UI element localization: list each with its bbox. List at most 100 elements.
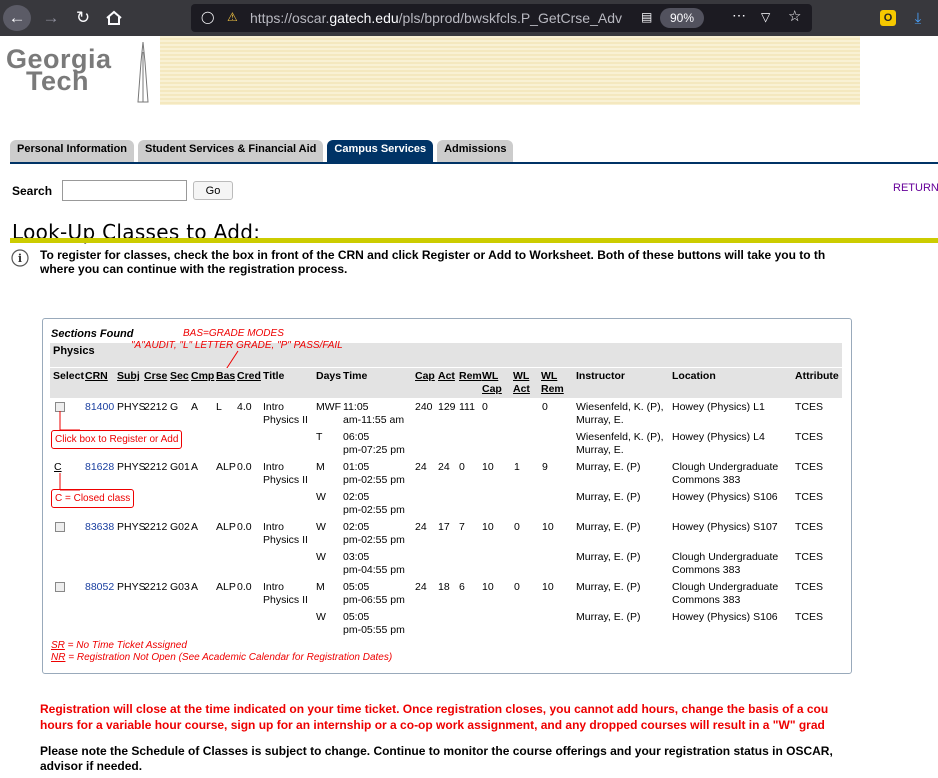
more-menu-icon[interactable]: ⋯ [732,7,746,24]
table-cell-days: T [316,431,323,443]
legend-nr: NR = Registration Not Open (See Academic… [51,652,393,663]
table-cell-wlcap: 10 [482,581,494,593]
table-cell-cred: 0.0 [237,461,252,473]
download-icon[interactable]: ⤓ [910,10,926,27]
info-text-line1: To register for classes, check the box i… [40,248,826,262]
crn-link[interactable]: 88052 [85,581,114,594]
table-cell-cred: 4.0 [237,401,252,413]
table-cell-act: 129 [438,401,456,413]
column-header[interactable]: WL [541,370,557,382]
table-cell-title1: Intro [263,461,285,473]
georgia-tech-logo[interactable]: Georgia Tech [6,46,112,95]
table-cell-loc1: Howey (Physics) S107 [672,521,778,533]
column-header[interactable]: Crse [144,370,167,382]
lock-warning-icon[interactable]: ⚠ [227,10,238,24]
home-icon[interactable] [102,5,126,31]
column-header[interactable]: Act [513,383,530,395]
table-cell-attr: TCES [795,581,824,593]
table-cell-inst1: Murray, E. (P) [576,611,641,623]
table-cell-days: M [316,581,325,593]
bookmark-star-icon[interactable]: ☆ [788,7,801,25]
table-cell-title1: Intro [263,401,285,413]
url-text[interactable]: https://oscar.gatech.edu/pls/bprod/bwskf… [250,10,630,26]
table-cell-time2: pm-02:55 pm [343,474,405,486]
crn-link[interactable]: 81400 [85,401,114,414]
shield-icon[interactable]: ◯ [201,10,214,24]
table-cell-days: M [316,461,325,473]
table-cell-act: 24 [438,461,450,473]
table-cell-days: W [316,521,326,533]
table-cell-loc1: Howey (Physics) S106 [672,611,778,623]
table-cell-attr: TCES [795,491,824,503]
table-cell-time1: 02:05 [343,491,370,503]
table-cell-days: W [316,491,326,503]
column-header[interactable]: Sec [170,370,189,382]
column-header[interactable]: Cmp [191,370,214,382]
info-icon: i [11,249,29,267]
callout-register: Click box to Register or Add [51,430,183,449]
table-cell-time1: 06:05 [343,431,370,443]
column-header: Title [263,370,285,382]
column-header[interactable]: WL [482,370,498,382]
table-cell-time1: 11:05 [343,401,369,413]
column-header[interactable]: CRN [85,370,108,382]
table-cell-title2: Physics II [263,594,308,606]
legend-sr: SR = No Time Ticket Assigned [51,640,187,651]
forward-arrow-icon[interactable]: → [40,5,62,31]
table-cell-title2: Physics II [263,534,308,546]
info-text-line2: where you can continue with the registra… [40,262,348,276]
tab-admissions[interactable]: Admissions [437,140,514,162]
table-cell-attr: TCES [795,521,824,533]
pocket-icon[interactable]: ▽ [761,10,770,24]
zoom-indicator[interactable]: 90% [660,8,704,28]
tab-campus-services[interactable]: Campus Services [327,140,434,162]
go-button[interactable]: Go [193,181,233,200]
column-header[interactable]: Bas [216,370,235,382]
table-cell-loc2: Commons 383 [672,474,741,486]
select-checkbox[interactable] [55,582,65,592]
search-input[interactable] [62,180,187,201]
column-header[interactable]: Cred [237,370,261,382]
crn-link[interactable]: 81628 [85,461,114,474]
table-cell-title1: Intro [263,521,285,533]
address-bar[interactable]: ◯ ⚠ https://oscar.gatech.edu/pls/bprod/b… [191,4,812,32]
table-cell-rem: 111 [459,401,475,413]
column-header[interactable]: Rem [459,370,482,382]
schedule-note: Please note the Schedule of Classes is s… [40,744,833,774]
return-link[interactable]: RETURN [893,182,938,194]
column-header: Location [672,370,716,382]
main-tabs: Personal Information Student Services & … [10,140,514,162]
table-cell-wlrem: 9 [542,461,548,473]
table-cell-crse: 2212 [144,581,168,593]
table-cell-time1: 05:05 [343,611,370,623]
extension-icon[interactable]: O [880,10,896,26]
table-cell-cred: 0.0 [237,521,252,533]
select-checkbox[interactable] [55,522,65,532]
reload-icon[interactable]: ↻ [72,5,94,31]
table-cell-bas: ALP [216,461,236,473]
table-cell-loc2: Commons 383 [672,564,741,576]
table-cell-subj: PHYS [117,401,146,413]
back-arrow-icon[interactable]: ← [3,5,31,31]
table-cell-time1: 03:05 [343,551,370,563]
table-cell-days: W [316,551,326,563]
table-cell-subj: PHYS [117,581,146,593]
crn-link[interactable]: 83638 [85,521,114,534]
column-header[interactable]: Act [438,370,455,382]
reader-view-icon[interactable]: ▤ [641,10,652,24]
column-header[interactable]: Cap [482,383,502,395]
table-cell-inst1: Murray, E. (P) [576,551,641,563]
tab-personal-information[interactable]: Personal Information [10,140,135,162]
table-cell-wlrem: 10 [542,581,554,593]
table-cell-inst1: Wiesenfeld, K. (P), [576,431,664,443]
column-header[interactable]: Rem [541,383,564,395]
table-cell-act: 18 [438,581,450,593]
tab-student-services[interactable]: Student Services & Financial Aid [138,140,324,162]
sections-found-caption: Sections Found [51,328,134,340]
column-header[interactable]: WL [513,370,529,382]
warning-line1: Registration will close at the time indi… [40,702,829,716]
table-cell-title1: Intro [263,581,285,593]
column-header[interactable]: Subj [117,370,140,382]
table-cell-cap: 24 [415,461,427,473]
column-header[interactable]: Cap [415,370,435,382]
